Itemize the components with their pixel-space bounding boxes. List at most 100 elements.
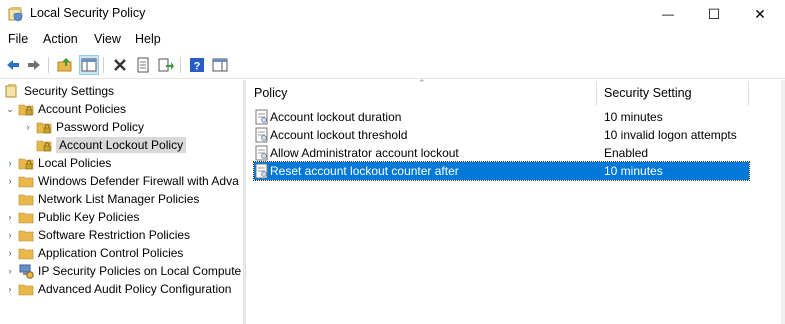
folder-lock-icon	[36, 122, 52, 134]
collapsed-chevron-icon[interactable]: ›	[4, 154, 16, 172]
back-button[interactable]	[3, 55, 23, 75]
tree-node-label: Account Lockout Policy	[56, 137, 187, 153]
menu-action[interactable]: Action	[43, 32, 78, 46]
tree-node-public-key-policies[interactable]: › Public Key Policies	[4, 208, 140, 226]
policy-row[interactable]: Allow Administrator account lockout Enab…	[254, 144, 749, 162]
tree-node-network-list-manager[interactable]: Network List Manager Policies	[4, 190, 199, 208]
security-settings-icon	[5, 84, 17, 98]
show-action-pane-icon	[212, 58, 228, 72]
policy-row[interactable]: Account lockout duration 10 minutes	[254, 108, 749, 126]
policy-name: Account lockout duration	[270, 110, 402, 124]
menu-help[interactable]: Help	[135, 32, 161, 46]
tree-root-security-settings[interactable]: Security Settings	[4, 82, 114, 100]
tree-node-software-restriction[interactable]: › Software Restriction Policies	[4, 226, 191, 244]
back-icon	[7, 60, 19, 70]
folder-lock-icon	[36, 140, 52, 152]
tree-node-local-policies[interactable]: › Local Policies	[4, 154, 112, 172]
column-header-security-setting[interactable]: Security Setting	[604, 86, 692, 100]
policy-item-icon	[255, 127, 268, 143]
sort-ascending-icon: ⌃	[418, 78, 426, 88]
folder-lock-icon	[18, 158, 34, 170]
security-setting-value: Enabled	[604, 146, 649, 160]
tree-node-label: Security Settings	[24, 84, 115, 98]
tree-node-windows-defender-firewall[interactable]: › Windows Defender Firewall with Adva	[4, 172, 239, 190]
folder-icon	[18, 176, 34, 188]
column-header-policy[interactable]: Policy	[254, 86, 287, 100]
up-folder-icon	[57, 58, 72, 72]
collapsed-chevron-icon[interactable]: ›	[4, 280, 16, 298]
folder-lock-icon	[18, 104, 34, 116]
show-action-pane-button[interactable]	[210, 55, 230, 75]
tree-node-label: Advanced Audit Policy Configuration	[38, 282, 232, 296]
policy-item-icon	[255, 109, 268, 125]
collapsed-chevron-icon[interactable]: ›	[4, 226, 16, 244]
policy-row[interactable]: Account lockout threshold 10 invalid log…	[254, 126, 749, 144]
tree-node-label: Software Restriction Policies	[38, 228, 191, 242]
policy-name: Allow Administrator account lockout	[270, 146, 459, 160]
folder-icon	[18, 230, 34, 242]
tree-node-ip-security-policies[interactable]: › IP Security Policies on Local Compute	[4, 262, 241, 280]
tree-node-label: Windows Defender Firewall with Adva	[38, 174, 239, 188]
column-divider[interactable]	[748, 82, 749, 106]
column-divider[interactable]	[596, 82, 597, 106]
tree-node-password-policy[interactable]: › Password Policy	[22, 118, 145, 136]
tree-node-label: Account Policies	[38, 102, 127, 116]
policy-name: Account lockout threshold	[270, 128, 408, 142]
tree-node-label: Public Key Policies	[38, 210, 140, 224]
security-policy-app-icon	[8, 7, 23, 22]
up-one-level-button[interactable]	[55, 55, 75, 75]
maximize-button[interactable]: ☐	[691, 0, 737, 28]
expanded-chevron-icon[interactable]: ⌄	[4, 100, 16, 118]
window-right-edge	[781, 80, 785, 324]
toolbar-separator	[180, 57, 181, 73]
menu-view[interactable]: View	[94, 32, 121, 46]
show-hide-tree-button[interactable]	[79, 55, 99, 75]
tree-node-advanced-audit-policy[interactable]: › Advanced Audit Policy Configuration	[4, 280, 232, 298]
title-bar: Local Security Policy — ☐ ✕	[0, 0, 785, 28]
window-title: Local Security Policy	[30, 6, 146, 20]
export-list-button[interactable]	[156, 55, 176, 75]
security-setting-value: 10 minutes	[604, 110, 663, 124]
folder-icon	[18, 194, 34, 206]
menu-file[interactable]: File	[8, 32, 28, 46]
maximize-icon: ☐	[707, 5, 721, 22]
collapsed-chevron-icon[interactable]: ›	[22, 118, 34, 136]
close-button[interactable]: ✕	[737, 0, 783, 28]
policy-list: ⌃ Policy Security Setting Account lockou…	[246, 78, 785, 324]
tree-node-label: Network List Manager Policies	[38, 192, 200, 206]
collapsed-chevron-icon[interactable]: ›	[4, 172, 16, 190]
toolbar-separator	[103, 57, 104, 73]
folder-icon	[18, 212, 34, 224]
folder-icon	[18, 284, 34, 296]
tree-node-application-control[interactable]: › Application Control Policies	[4, 244, 184, 262]
policy-row-selected[interactable]: Reset account lockout counter after 10 m…	[253, 161, 750, 181]
help-icon: ?	[190, 58, 204, 73]
security-setting-value: 10 minutes	[604, 164, 663, 178]
export-list-icon	[158, 58, 174, 72]
minimize-button[interactable]: —	[645, 0, 691, 28]
console-tree: Security Settings ⌄ Account Policies › P…	[0, 80, 243, 324]
delete-button[interactable]	[110, 55, 130, 75]
show-hide-tree-icon	[81, 58, 97, 72]
forward-icon	[28, 60, 40, 70]
collapsed-chevron-icon[interactable]: ›	[4, 244, 16, 262]
toolbar: ?	[0, 52, 785, 79]
delete-icon	[114, 59, 126, 71]
collapsed-chevron-icon[interactable]: ›	[4, 262, 16, 280]
properties-icon	[137, 57, 149, 73]
collapsed-chevron-icon[interactable]: ›	[4, 208, 16, 226]
tree-node-label: Application Control Policies	[38, 246, 184, 260]
tree-node-label: Local Policies	[38, 156, 112, 170]
tree-node-account-lockout-policy[interactable]: Account Lockout Policy	[22, 136, 187, 154]
tree-node-label: IP Security Policies on Local Compute	[38, 264, 242, 278]
forward-button[interactable]	[24, 55, 44, 75]
policy-name: Reset account lockout counter after	[270, 164, 459, 178]
menu-bar: File Action View Help	[0, 30, 785, 50]
properties-button[interactable]	[133, 55, 153, 75]
help-button[interactable]: ?	[187, 55, 207, 75]
security-setting-value: 10 invalid logon attempts	[604, 128, 737, 142]
list-header: ⌃ Policy Security Setting	[246, 78, 785, 108]
minimize-icon: —	[662, 7, 674, 21]
tree-node-account-policies[interactable]: ⌄ Account Policies	[4, 100, 126, 118]
policy-item-icon	[255, 145, 268, 161]
